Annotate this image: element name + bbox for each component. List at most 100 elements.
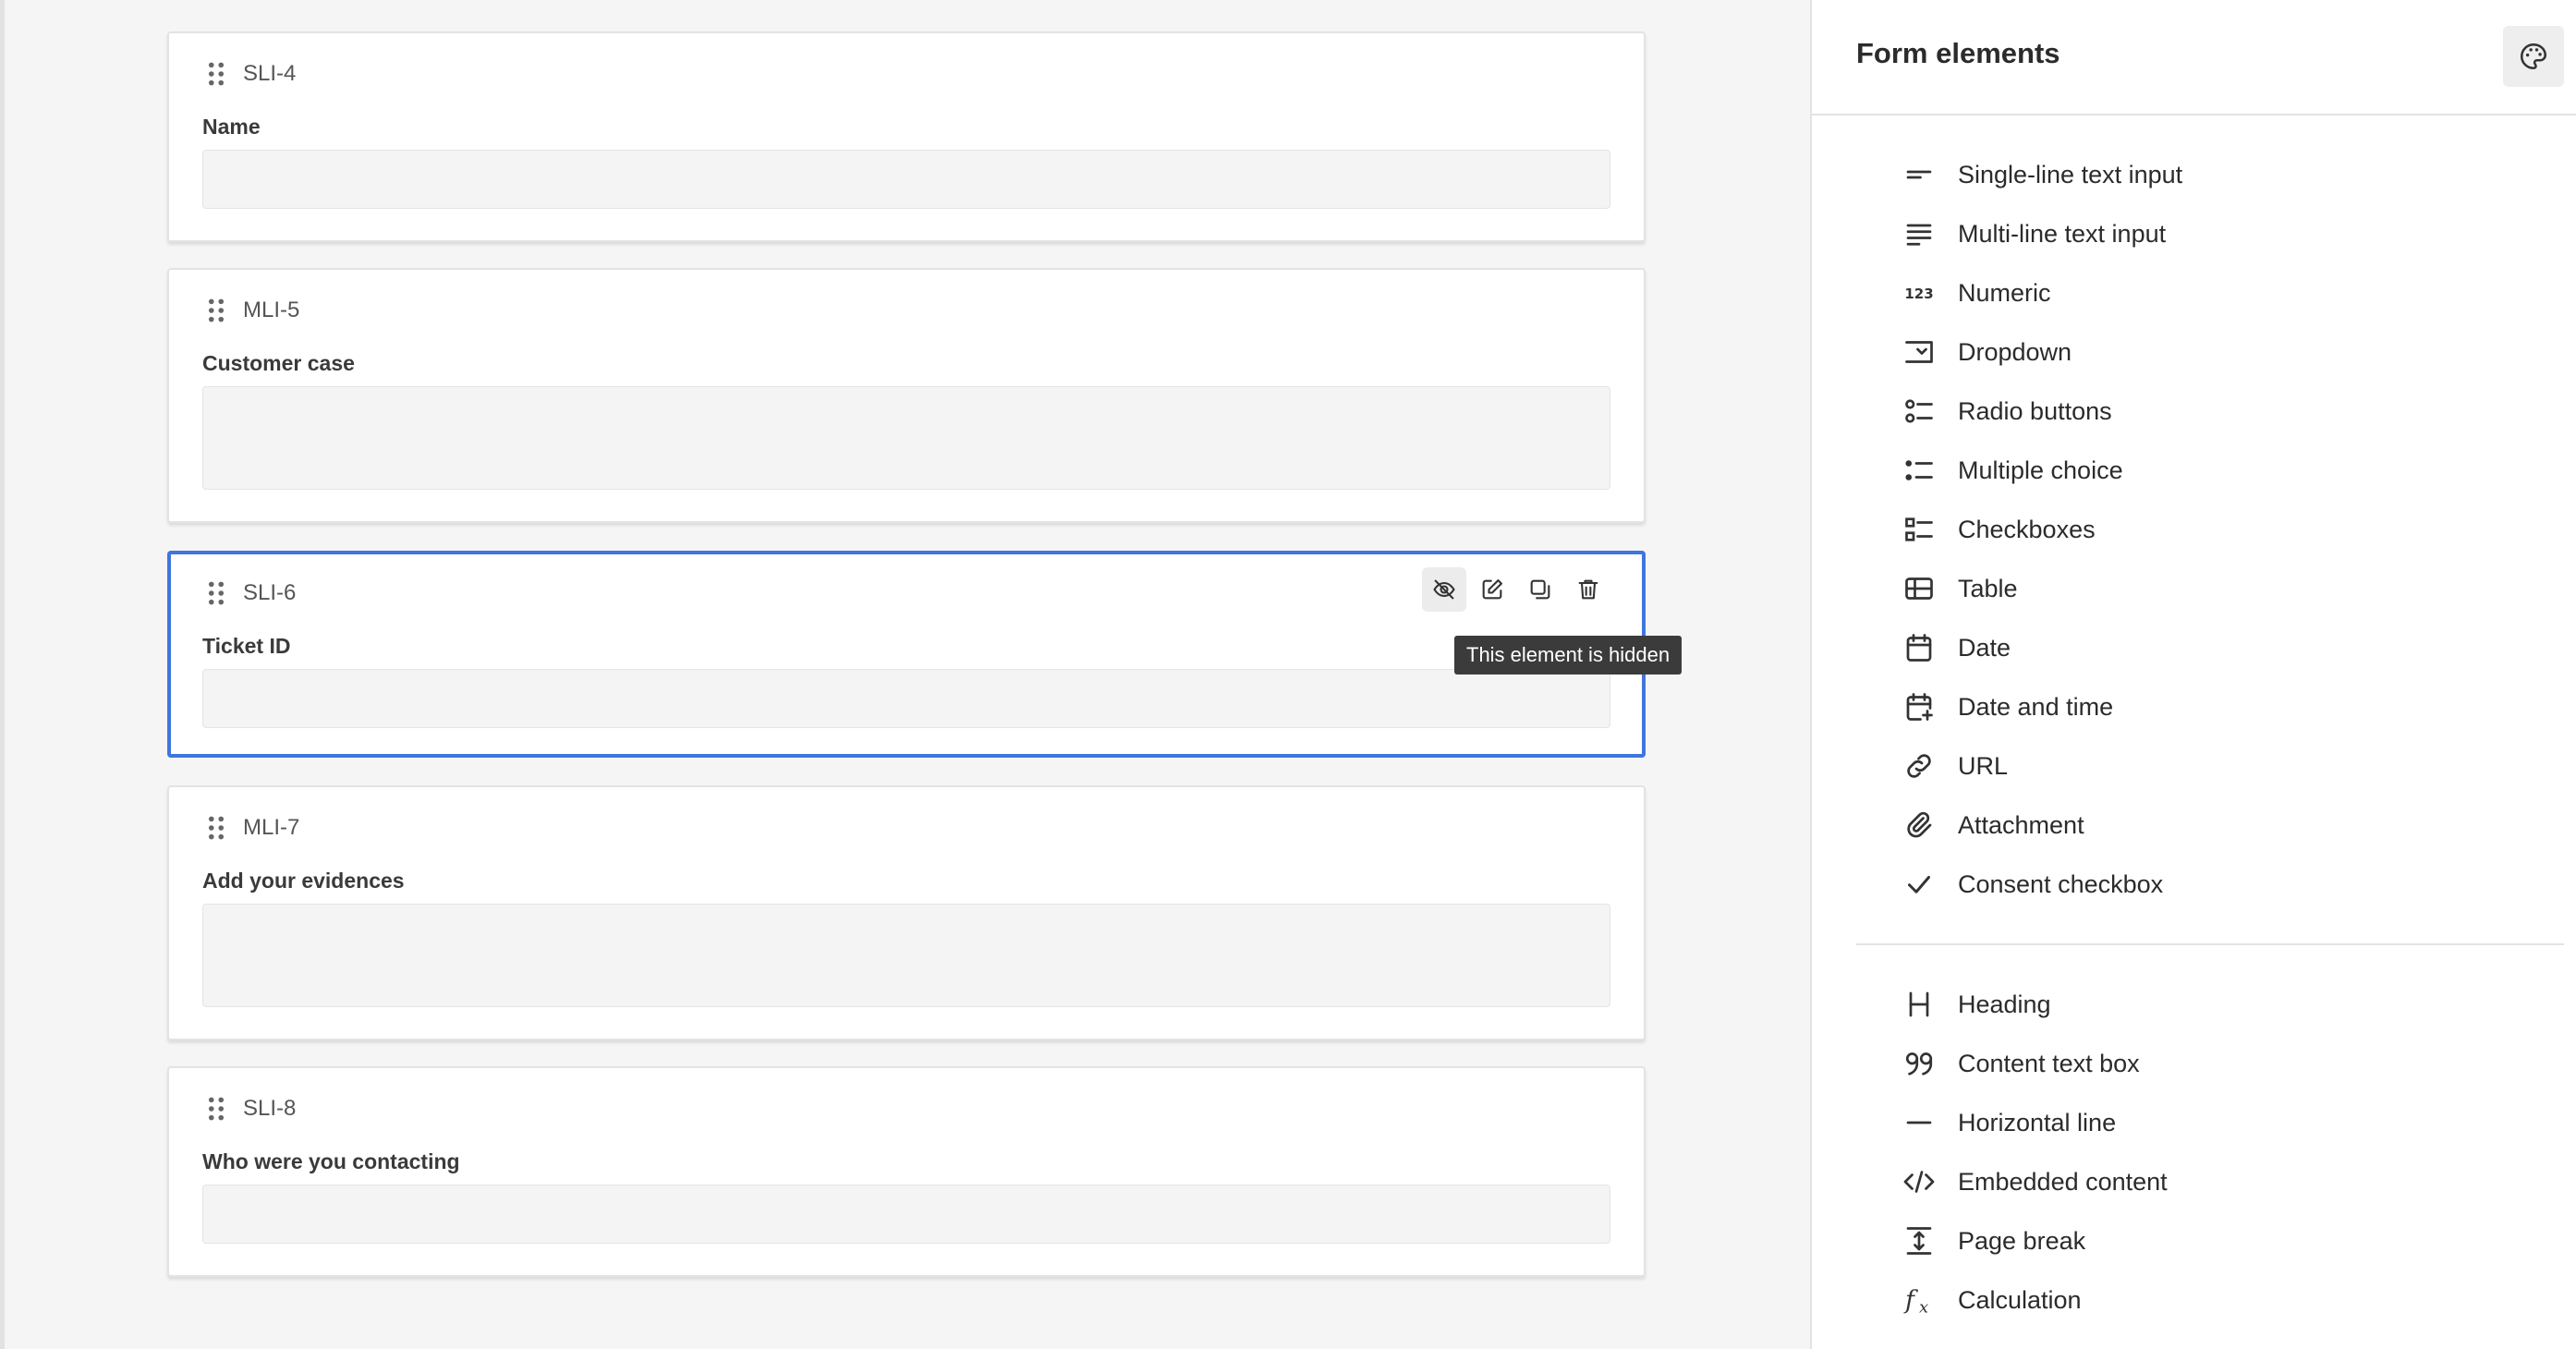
dropdown-icon (1901, 334, 1938, 371)
field-label: Name (202, 115, 261, 139)
svg-text:f: f (1903, 1286, 1918, 1315)
element-label: Single-line text input (1958, 160, 2183, 188)
single-line-field-preview[interactable] (202, 150, 1610, 209)
element-label: Numeric (1958, 278, 2051, 307)
card-id: SLI-4 (243, 61, 297, 86)
element-label: Checkboxes (1958, 515, 2096, 543)
element-label: Heading (1958, 990, 2051, 1018)
card-id: SLI-6 (243, 580, 297, 605)
card-header: SLI-8 (206, 1068, 296, 1149)
function-icon: fx (1901, 1282, 1938, 1319)
single-line-field-preview[interactable] (202, 1185, 1610, 1244)
element-page-break[interactable]: Page break (1901, 1211, 2547, 1270)
duplicate-icon (1530, 579, 1550, 600)
card-id: SLI-8 (243, 1096, 297, 1121)
element-url[interactable]: URL (1901, 736, 2547, 796)
element-multi-line-text-input[interactable]: Multi-line text input (1901, 204, 2547, 263)
element-label: Content text box (1958, 1049, 2140, 1077)
single-line-icon (1901, 156, 1938, 193)
edit-button[interactable] (1470, 567, 1514, 612)
form-elements-panel: Form elements Single-line text input Mul… (1810, 0, 2576, 1349)
input-elements-list: Single-line text input Multi-line text i… (1901, 145, 2547, 914)
form-card-sli-4[interactable]: SLI-4 Name (167, 31, 1646, 242)
svg-text:123: 123 (1904, 286, 1933, 302)
element-numeric[interactable]: 123 Numeric (1901, 263, 2547, 322)
element-checkboxes[interactable]: Checkboxes (1901, 500, 2547, 559)
element-calculation[interactable]: fx Calculation (1901, 1270, 2547, 1330)
element-content-text-box[interactable]: Content text box (1901, 1034, 2547, 1093)
field-label: Add your evidences (202, 869, 405, 893)
hide-toggle-button[interactable] (1422, 567, 1466, 612)
drag-handle-icon[interactable] (206, 298, 226, 323)
link-icon (1901, 747, 1938, 784)
paperclip-icon (1901, 807, 1938, 844)
hidden-element-tooltip: This element is hidden (1454, 636, 1683, 674)
panel-title: Form elements (1856, 37, 2060, 69)
horizontal-line-icon (1901, 1104, 1938, 1141)
element-embedded-content[interactable]: Embedded content (1901, 1152, 2547, 1211)
element-label: Table (1958, 574, 2018, 602)
field-label: Ticket ID (202, 634, 291, 658)
radio-buttons-icon (1901, 393, 1938, 430)
card-header: MLI-5 (206, 270, 299, 351)
duplicate-button[interactable] (1518, 567, 1562, 612)
element-table[interactable]: Table (1901, 559, 2547, 618)
card-header: SLI-6 (206, 553, 296, 634)
element-label: Multiple choice (1958, 456, 2123, 484)
page-break-icon (1901, 1222, 1938, 1259)
card-id: MLI-7 (243, 815, 300, 840)
single-line-field-preview[interactable] (202, 669, 1610, 728)
drag-handle-icon[interactable] (206, 580, 226, 606)
content-elements-list: Heading Content text box Horizontal line… (1901, 975, 2547, 1330)
multiple-choice-icon (1901, 452, 1938, 489)
section-divider (1856, 943, 2564, 945)
element-label: Calculation (1958, 1285, 2082, 1314)
element-dropdown[interactable]: Dropdown (1901, 322, 2547, 382)
element-consent-checkbox[interactable]: Consent checkbox (1901, 855, 2547, 914)
quote-icon (1901, 1045, 1938, 1082)
calendar-plus-icon (1901, 688, 1938, 725)
calendar-icon (1901, 629, 1938, 666)
form-card-mli-5[interactable]: MLI-5 Customer case (167, 268, 1646, 523)
element-multiple-choice[interactable]: Multiple choice (1901, 441, 2547, 500)
drag-handle-icon[interactable] (206, 61, 226, 87)
theme-button[interactable] (2503, 26, 2564, 87)
card-id: MLI-5 (243, 298, 300, 322)
element-label: Embedded content (1958, 1167, 2168, 1196)
element-date[interactable]: Date (1901, 618, 2547, 677)
multi-line-field-preview[interactable] (202, 386, 1610, 490)
element-radio-buttons[interactable]: Radio buttons (1901, 382, 2547, 441)
element-attachment[interactable]: Attachment (1901, 796, 2547, 855)
multi-line-icon (1901, 215, 1938, 252)
element-date-and-time[interactable]: Date and time (1901, 677, 2547, 736)
svg-text:x: x (1919, 1298, 1928, 1318)
card-header: SLI-4 (206, 33, 296, 115)
drag-handle-icon[interactable] (206, 815, 226, 841)
check-icon (1901, 866, 1938, 903)
element-label: Radio buttons (1958, 396, 2112, 425)
element-label: URL (1958, 751, 2009, 780)
element-label: Horizontal line (1958, 1108, 2117, 1136)
palette-icon (2520, 43, 2547, 70)
numeric-icon: 123 (1901, 274, 1938, 311)
eye-off-icon (1433, 579, 1455, 600)
code-icon (1901, 1163, 1938, 1200)
element-heading[interactable]: Heading (1901, 975, 2547, 1034)
form-card-mli-7[interactable]: MLI-7 Add your evidences (167, 785, 1646, 1040)
form-card-sli-8[interactable]: SLI-8 Who were you contacting (167, 1066, 1646, 1277)
heading-icon (1901, 986, 1938, 1023)
checkboxes-icon (1901, 511, 1938, 548)
table-icon (1901, 570, 1938, 607)
multi-line-field-preview[interactable] (202, 904, 1610, 1007)
form-card-sli-6[interactable]: SLI-6 Ticket ID (167, 551, 1646, 758)
element-horizontal-line[interactable]: Horizontal line (1901, 1093, 2547, 1152)
field-label: Customer case (202, 351, 355, 375)
element-label: Multi-line text input (1958, 219, 2167, 248)
card-actions (1422, 567, 1610, 612)
element-single-line-text-input[interactable]: Single-line text input (1901, 145, 2547, 204)
panel-header: Form elements (1812, 0, 2576, 115)
drag-handle-icon[interactable] (206, 1096, 226, 1122)
field-label: Who were you contacting (202, 1149, 460, 1173)
trash-icon (1578, 579, 1598, 600)
delete-button[interactable] (1566, 567, 1610, 612)
